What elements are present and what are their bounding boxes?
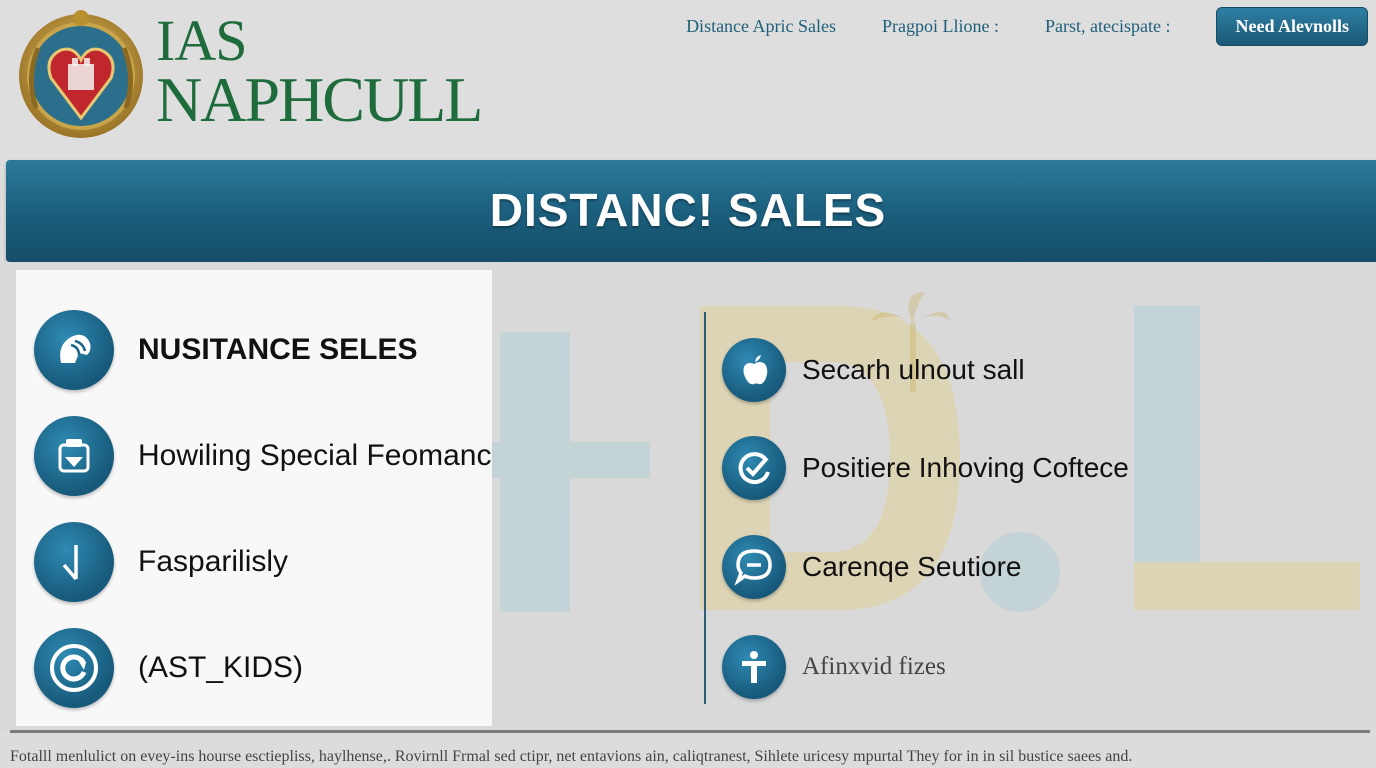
site-header: IAS NAPHCULL Distance Apric Sales Pragpo… <box>0 0 1376 158</box>
main-content: NUSITANCE SELES Howiling Special Feomanc… <box>0 262 1376 730</box>
nav-link-parst[interactable]: Parst, atecispate : <box>1045 16 1170 37</box>
footer-divider <box>10 730 1370 733</box>
logo-line-1: IAS <box>156 8 247 73</box>
service-label: Carenqe Seutiore <box>802 551 1022 582</box>
service-item[interactable]: Afinxvid fizes <box>722 632 946 702</box>
arrow-down-icon <box>34 522 114 602</box>
shopping-basket-icon <box>34 416 114 496</box>
nav-link-distance-sales[interactable]: Distance Apric Sales <box>686 16 836 37</box>
chat-bubble-icon <box>722 535 786 599</box>
feature-label: Howiling Special Feomanc <box>138 439 492 472</box>
service-label: Afinxvid fizes <box>802 653 946 680</box>
info-t-icon <box>722 635 786 699</box>
logo-line-2: NAPHCULL <box>156 64 483 135</box>
features-panel-left: NUSITANCE SELES Howiling Special Feomanc… <box>16 270 492 726</box>
service-label: Positiere Inhoving Coftece <box>802 452 1129 483</box>
nav-link-pragpoi[interactable]: Pragpoi Llione : <box>882 16 999 37</box>
service-item[interactable]: Carenqe Seutiore <box>722 532 1021 602</box>
vertical-divider <box>704 312 706 704</box>
feature-item[interactable]: (AST_KIDS) <box>16 626 492 710</box>
refresh-circle-icon <box>34 628 114 708</box>
feature-item[interactable]: Howiling Special Feomanc <box>16 414 492 498</box>
footer-text: Fotalll menlulict on evey-ins hourse esc… <box>10 748 1133 765</box>
apple-icon <box>722 338 786 402</box>
feature-label: (AST_KIDS) <box>138 651 304 684</box>
feature-label: Fasparilisly <box>138 545 289 578</box>
service-label: Secarh ulnout sall <box>802 354 1025 385</box>
site-logo[interactable]: IAS NAPHCULL <box>156 8 483 135</box>
feature-label: NUSITANCE SELES <box>138 333 418 366</box>
crest-seal-icon <box>19 10 143 138</box>
check-circle-icon <box>722 436 786 500</box>
top-navigation: Distance Apric Sales Pragpoi Llione : Pa… <box>686 6 1368 46</box>
service-item[interactable]: Secarh ulnout sall <box>722 335 1025 405</box>
service-item[interactable]: Positiere Inhoving Coftece <box>722 433 1129 503</box>
horse-head-icon <box>34 310 114 390</box>
banner-title: DISTANC! SALES <box>489 184 887 236</box>
cta-button[interactable]: Need Alevnolls <box>1216 6 1368 46</box>
feature-item[interactable]: Fasparilisly <box>16 520 492 604</box>
feature-item[interactable]: NUSITANCE SELES <box>16 308 492 392</box>
